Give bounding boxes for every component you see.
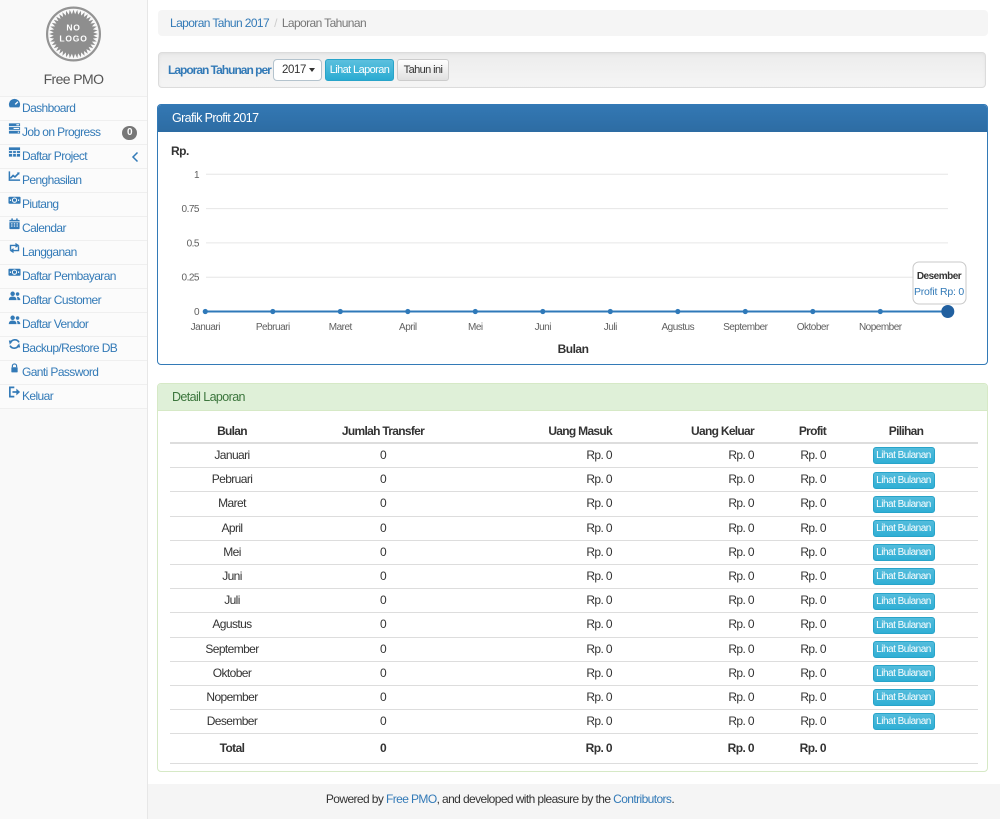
svg-text:Rp.: Rp.	[171, 144, 189, 158]
svg-text:Agustus: Agustus	[661, 322, 694, 333]
svg-text:September: September	[723, 322, 769, 333]
svg-text:Juni: Juni	[535, 322, 552, 333]
svg-text:Nopember: Nopember	[859, 322, 903, 333]
svg-text:Mei: Mei	[468, 322, 483, 333]
svg-text:Desember: Desember	[917, 271, 962, 282]
svg-text:Oktober: Oktober	[797, 322, 830, 333]
svg-text:Januari: Januari	[191, 322, 221, 333]
svg-text:1: 1	[194, 170, 200, 181]
svg-text:0.5: 0.5	[187, 238, 200, 249]
svg-text:Juli: Juli	[604, 322, 617, 333]
svg-text:Bulan: Bulan	[558, 342, 589, 356]
svg-text:Maret: Maret	[329, 322, 353, 333]
svg-text:Pebruari: Pebruari	[256, 322, 290, 333]
svg-text:0.25: 0.25	[182, 273, 200, 284]
svg-text:NO: NO	[66, 23, 80, 33]
svg-text:LOGO: LOGO	[59, 34, 87, 44]
svg-text:April: April	[399, 322, 417, 333]
svg-text:0: 0	[194, 307, 200, 318]
svg-text:0.75: 0.75	[182, 204, 200, 215]
svg-text:Profit Rp: 0: Profit Rp: 0	[914, 286, 964, 298]
